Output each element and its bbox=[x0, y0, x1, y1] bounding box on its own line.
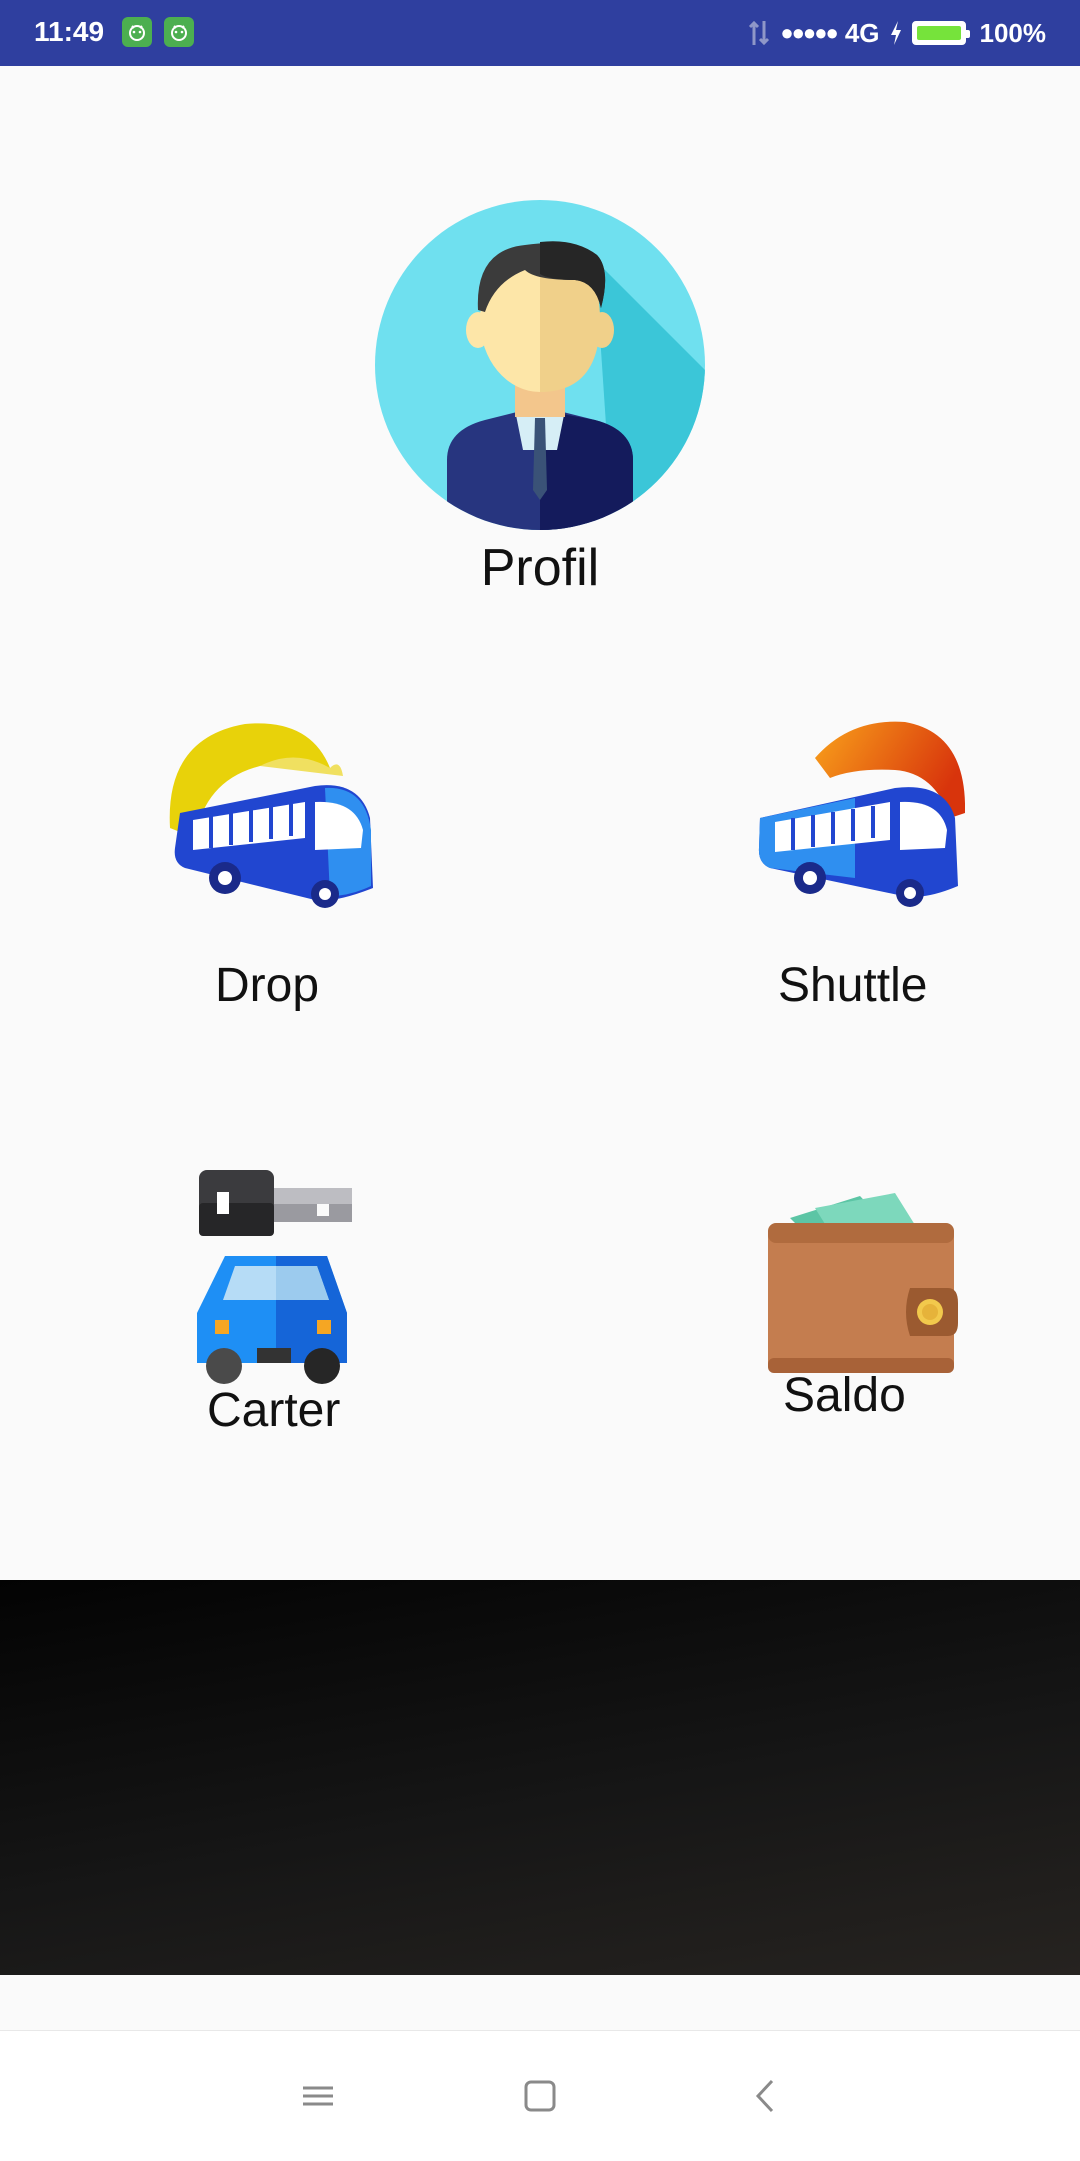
back-icon[interactable] bbox=[742, 2071, 792, 2121]
android-app-icon bbox=[122, 17, 152, 47]
status-bar: 11:49 ●●●●● 4G 100% bbox=[0, 0, 1080, 66]
bus-yellow-sun-icon bbox=[165, 718, 375, 908]
network-type: 4G bbox=[844, 17, 880, 48]
wallet-icon bbox=[760, 1178, 960, 1378]
car-key-icon bbox=[197, 1168, 362, 1393]
profil-button[interactable]: Profil bbox=[340, 200, 740, 598]
bus-orange-sun-icon bbox=[755, 718, 966, 908]
profil-label: Profil bbox=[480, 539, 600, 597]
shuttle-button[interactable]: Shuttle bbox=[710, 718, 1000, 1013]
android-app-icon bbox=[164, 17, 194, 47]
saldo-button[interactable]: Saldo bbox=[710, 1178, 980, 1423]
carter-label: Carter bbox=[207, 1384, 341, 1437]
battery-icon bbox=[911, 21, 970, 45]
drop-button[interactable]: Drop bbox=[125, 718, 415, 1013]
navigation-bar bbox=[0, 2030, 1080, 2161]
drop-label: Drop bbox=[215, 959, 320, 1012]
user-avatar-icon bbox=[375, 200, 705, 530]
charging-icon bbox=[890, 21, 901, 45]
menu-icon[interactable] bbox=[293, 2071, 343, 2121]
signal-strength: ●●●●● bbox=[780, 20, 838, 45]
home-icon[interactable] bbox=[515, 2071, 565, 2121]
shuttle-label: Shuttle bbox=[778, 959, 928, 1012]
carter-button[interactable]: Carter bbox=[125, 1168, 425, 1438]
banner-area bbox=[0, 1580, 1080, 1975]
status-time: 11:49 bbox=[34, 16, 105, 47]
data-transfer-icon bbox=[749, 20, 770, 46]
battery-percent: 100% bbox=[979, 17, 1047, 48]
